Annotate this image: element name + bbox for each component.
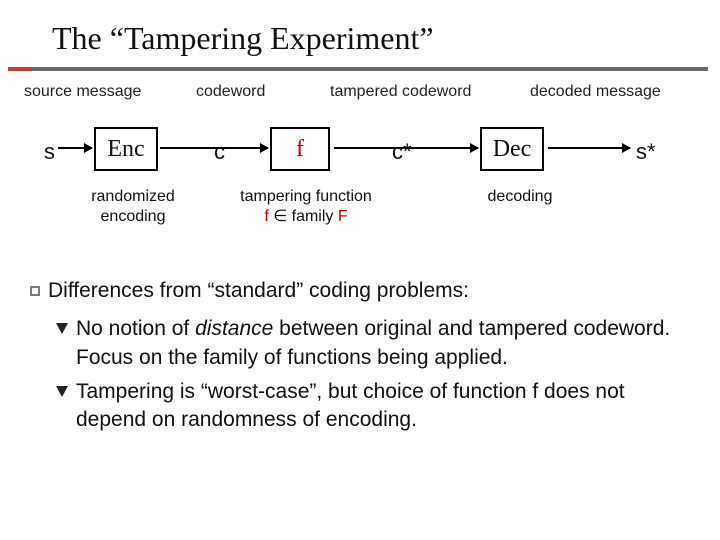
- arrow-s-enc: [58, 147, 92, 149]
- bullet-p2-text: Tampering is “worst-case”, but choice of…: [76, 378, 682, 435]
- bullet-diff: Differences from “standard” coding probl…: [30, 277, 682, 305]
- sub-f-l1: tampering function: [240, 188, 372, 205]
- sub-enc-l1: randomized: [91, 188, 175, 205]
- bullet-square-icon: [30, 286, 40, 296]
- bullet-diff-text: Differences from “standard” coding probl…: [48, 277, 469, 305]
- bullet-p1-text: No notion of distance between original a…: [76, 315, 682, 372]
- bullet-triangle-icon: [56, 323, 68, 334]
- hdr-codeword: codeword: [196, 83, 265, 101]
- sym-s: s: [44, 139, 55, 165]
- hdr-source: source message: [24, 83, 141, 101]
- sub-dec: decoding: [480, 187, 560, 207]
- sym-c: c: [214, 139, 225, 165]
- sub-f-l2b: ∈ family: [269, 208, 338, 225]
- bullet-p2: Tampering is “worst-case”, but choice of…: [56, 378, 682, 435]
- box-enc: Enc: [94, 127, 158, 171]
- arrow-enc-f: [160, 147, 268, 149]
- title-rule: [0, 67, 720, 71]
- arrow-f-dec: [334, 147, 478, 149]
- sym-sstar: s*: [636, 139, 656, 165]
- diagram: source message codeword tampered codewor…: [0, 77, 720, 277]
- sub-f-l2c: F: [338, 208, 348, 225]
- box-dec: Dec: [480, 127, 544, 171]
- box-f: f: [270, 127, 330, 171]
- sub-enc: randomized encoding: [78, 187, 188, 227]
- arrow-dec-s: [548, 147, 630, 149]
- body: Differences from “standard” coding probl…: [0, 277, 720, 435]
- bullet-triangle-icon: [56, 386, 68, 397]
- slide-title: The “Tampering Experiment”: [0, 0, 720, 67]
- bullet-p1: No notion of distance between original a…: [56, 315, 682, 372]
- hdr-decoded: decoded message: [530, 83, 661, 101]
- hdr-tampered: tampered codeword: [330, 83, 471, 101]
- sub-f: tampering function f ∈ family F: [226, 187, 386, 227]
- sub-enc-l2: encoding: [101, 208, 166, 225]
- sym-cstar: c*: [392, 139, 412, 165]
